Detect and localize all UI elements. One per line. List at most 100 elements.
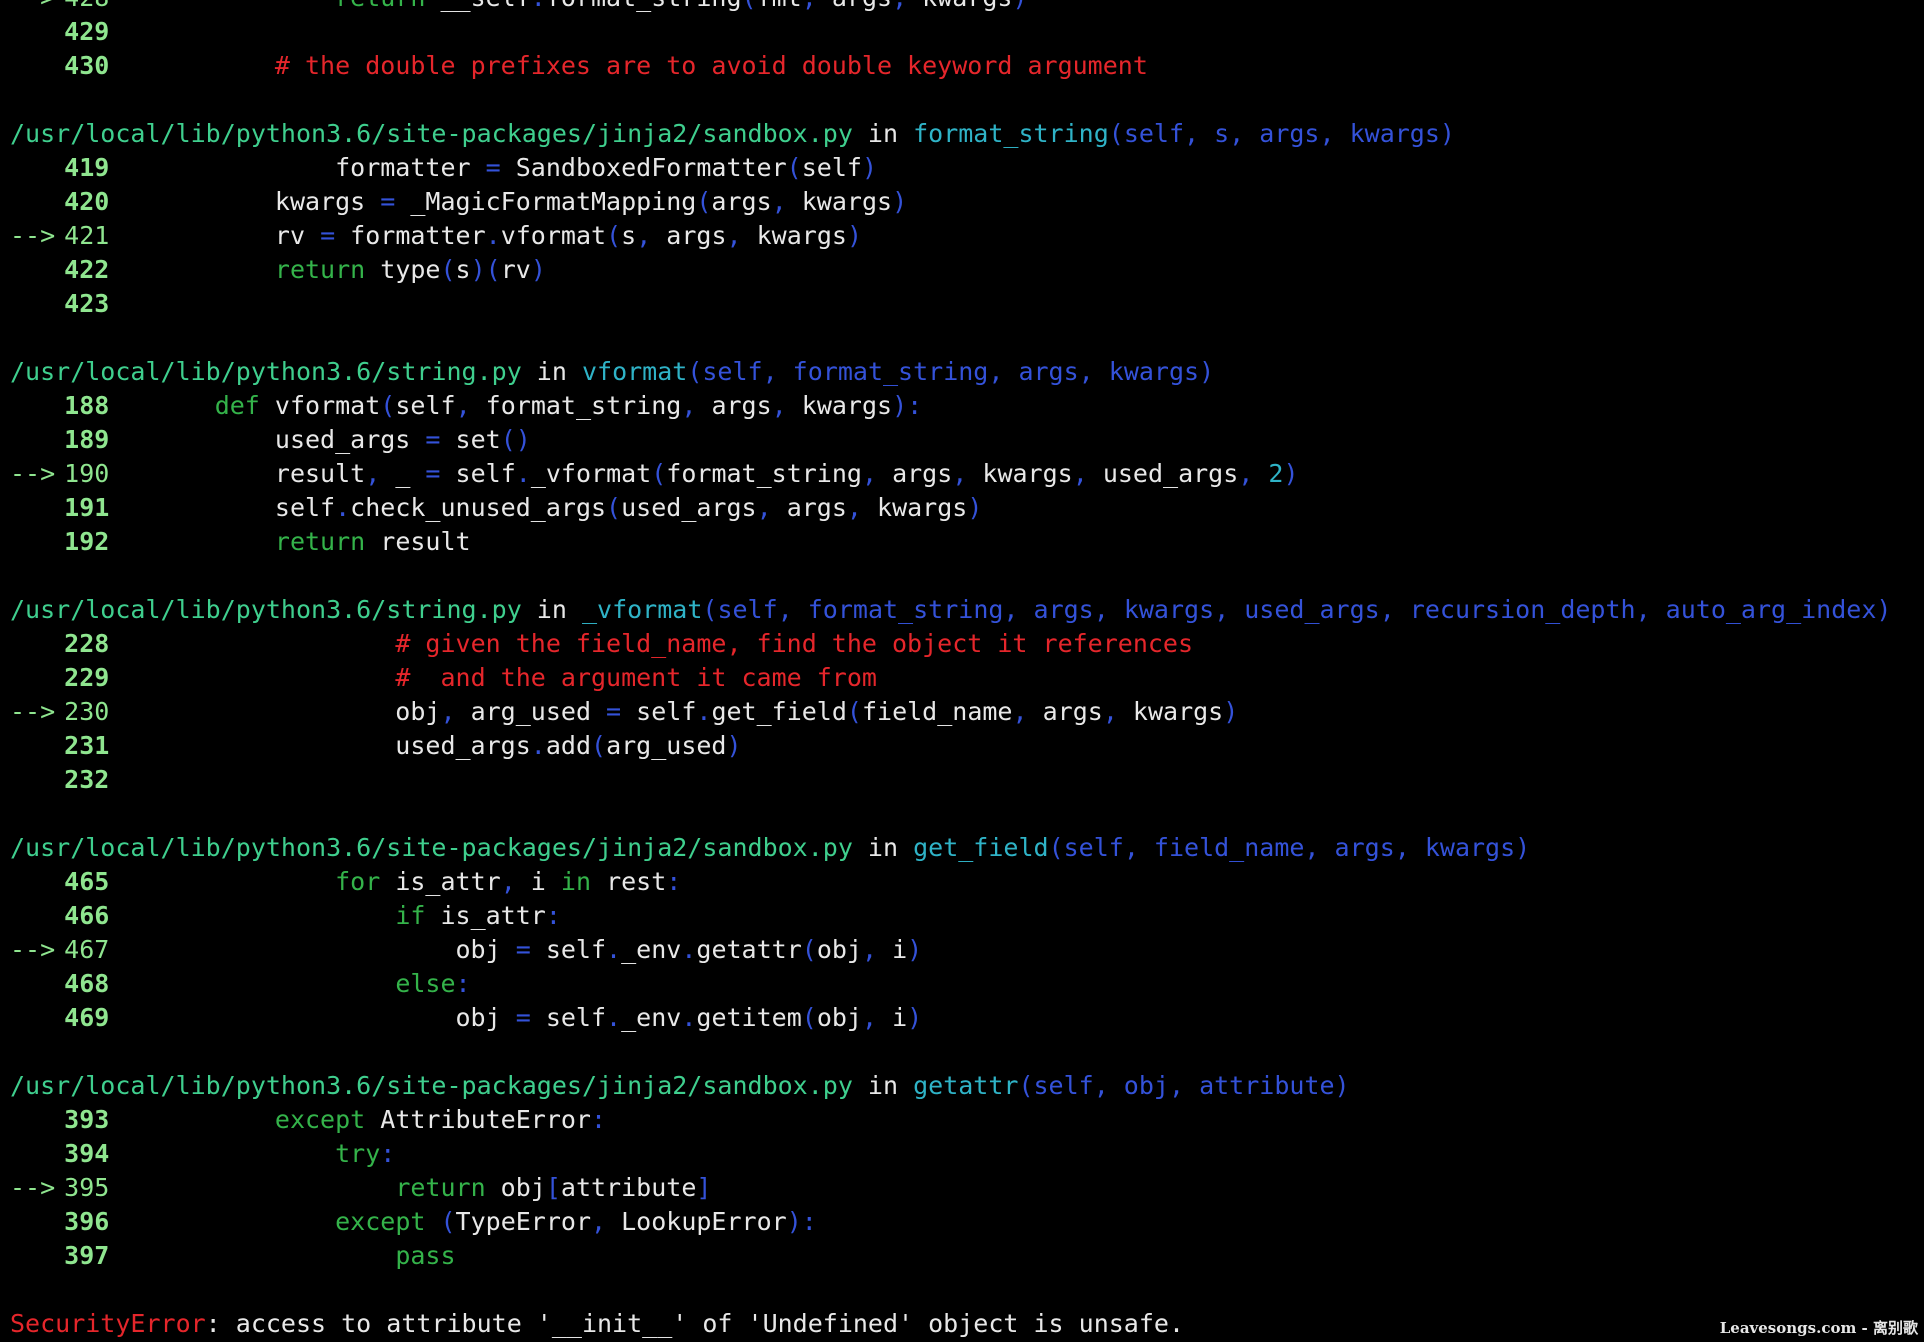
code-line: 420 kwargs = _MagicFormatMapping(args, k… [0,185,1924,219]
code-text: get_field [711,697,847,726]
line-number: 395 [64,1173,110,1202]
code-punctuation: , [861,1003,893,1032]
code-text: used_args [154,731,531,760]
code-text: args [1042,697,1103,726]
code-text: self [530,935,607,964]
line-number: 397 [64,1241,110,1270]
code-text: __self [425,0,530,12]
code-text: is_attr [425,901,546,930]
code-text: kwargs [801,391,893,420]
code-punctuation: , [365,459,381,488]
code-text: arg_used [455,697,607,726]
code-text: _env [621,1003,682,1032]
code-text: formatter [154,153,486,182]
line-number: 468 [64,969,110,998]
frame-in-keyword: in [852,1071,914,1100]
code-text: obj [816,1003,862,1032]
code-keyword: def [214,391,260,420]
code-punctuation: ) [907,1003,923,1032]
code-text: kwargs [801,187,893,216]
code-text: check_unused_args [350,493,607,522]
current-line-arrow: --> [10,221,56,250]
code-punctuation: , [440,697,456,726]
code-keyword: return [395,1173,486,1202]
code-punctuation: ) [726,731,742,760]
current-code-line: --> 395 return obj[attribute] [0,1171,1924,1205]
code-punctuation: , [1012,697,1043,726]
code-comment: # given the field_name, find the object … [395,629,1194,658]
code-punctuation: ( [606,493,622,522]
line-number: 231 [64,731,110,760]
code-keyword: if [395,901,426,930]
line-number: 228 [64,629,110,658]
code-punctuation: )( [470,255,501,284]
frame-in-keyword: in [852,119,914,148]
code-text: used_args [621,493,757,522]
code-punctuation: = [485,153,501,182]
code-text: self [530,1003,607,1032]
code-line: 191 self.check_unused_args(used_args, ar… [0,491,1924,525]
code-line: 469 obj = self._env.getitem(obj, i) [0,1001,1924,1035]
code-keyword: in [560,867,592,896]
current-line-arrow: --> [10,0,64,15]
frame-arguments: (self, s, args, kwargs) [1108,119,1455,148]
line-number: 430 [64,51,110,80]
code-text: formatter [335,221,486,250]
code-line: 231 used_args.add(arg_used) [0,729,1924,763]
current-code-line: --> 190 result, _ = self._vformat(format_… [0,457,1924,491]
frame-file-path: /usr/local/lib/python3.6/string.py [10,595,522,624]
code-punctuation: , [1102,697,1133,726]
line-number: 421 [64,221,110,250]
code-punctuation: . [681,1003,697,1032]
code-text: is_attr [380,867,501,896]
code-text: obj [154,697,441,726]
frame-file-path: /usr/local/lib/python3.6/site-packages/j… [10,1071,853,1100]
code-punctuation: : [666,867,682,896]
code-text: TypeError [455,1207,592,1236]
code-punctuation: , [455,391,486,420]
code-punctuation: , [771,187,802,216]
code-punctuation: ( [846,697,862,726]
current-line-arrow: --> [10,459,56,488]
code-text: used_args [1102,459,1239,488]
current-line-arrow: --> [10,697,56,726]
code-punctuation: ) [1283,459,1299,488]
code-text: kwargs [756,221,847,250]
frame-arguments: (self, field_name, args, kwargs) [1048,833,1531,862]
current-code-line: -->428 return __self.format_string(fmt, … [0,0,1924,15]
code-punctuation: ( [606,221,622,250]
code-text: SandboxedFormatter [500,153,787,182]
frame-arguments: (self, format_string, args, kwargs, used… [702,595,1892,624]
code-text: result [365,527,471,556]
code-text: vformat [259,391,381,420]
line-number: 466 [64,901,110,930]
code-line: 468 else: [0,967,1924,1001]
code-line: 188 def vformat(self, format_string, arg… [0,389,1924,423]
line-number: 465 [64,867,110,896]
code-text: i [892,935,908,964]
code-line: 419 formatter = SandboxedFormatter(self) [0,151,1924,185]
code-text: getattr [696,935,802,964]
code-text: obj [485,1173,546,1202]
code-text: add [545,731,591,760]
current-code-line: --> 467 obj = self._env.getattr(obj, i) [0,933,1924,967]
code-text: obj [816,935,862,964]
code-punctuation: , [892,0,922,12]
code-text: args [711,391,772,420]
code-line: 429 [0,15,1924,49]
frame-function-name: _vformat [581,595,703,624]
code-line: 192 return result [0,525,1924,559]
code-punctuation: = [425,425,441,454]
code-line: 228 # given the field_name, find the obj… [0,627,1924,661]
code-punctuation: , [636,221,667,250]
code-punctuation: ) [1012,0,1027,12]
code-keyword: return [274,527,366,556]
code-punctuation: , [952,459,983,488]
